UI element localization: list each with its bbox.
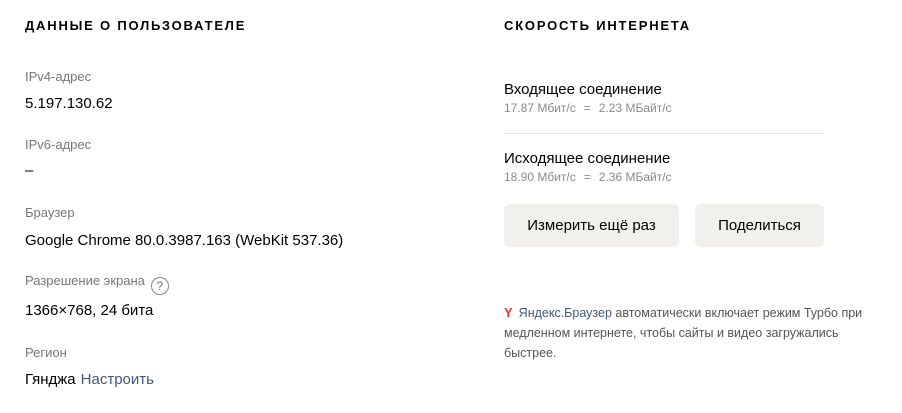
outgoing-equals: =	[583, 170, 591, 184]
outgoing-mbyte: 2.36 МБайт/с	[598, 170, 672, 184]
region-configure-link[interactable]: Настроить	[81, 371, 154, 388]
yandex-browser-link[interactable]: Яндекс.Браузер	[519, 306, 612, 320]
browser-label: Браузер	[25, 205, 75, 220]
resolution-label-row: Разрешение экрана?	[25, 273, 169, 295]
incoming-equals: =	[583, 101, 591, 115]
incoming-mbyte: 2.23 МБайт/с	[598, 101, 672, 115]
resolution-value: 1366×768, 24 бита	[25, 302, 154, 319]
resolution-label: Разрешение экрана	[25, 273, 145, 288]
ipv4-value: 5.197.130.62	[25, 95, 113, 112]
measure-again-button[interactable]: Измерить ещё раз	[504, 204, 679, 247]
ipv6-label: IPv6-адрес	[25, 137, 92, 152]
region-value: Гянджа	[25, 371, 76, 388]
help-icon[interactable]: ?	[150, 277, 169, 295]
turbo-promo: Y Яндекс.Браузер автоматически включает р…	[504, 303, 894, 363]
ipv6-value: –	[25, 162, 34, 179]
region-label: Регион	[25, 345, 67, 360]
divider	[504, 133, 824, 134]
browser-value: Google Chrome 80.0.3987.163 (WebKit 537.…	[25, 232, 344, 249]
incoming-label: Входящее соединение	[504, 81, 662, 98]
outgoing-speed: 18.90 Мбит/с = 2.36 МБайт/с	[504, 170, 672, 184]
user-info-title: ДАННЫЕ О ПОЛЬЗОВАТЕЛЕ	[25, 18, 247, 33]
incoming-speed: 17.87 Мбит/с = 2.23 МБайт/с	[504, 101, 672, 115]
outgoing-label: Исходящее соединение	[504, 150, 671, 167]
incoming-mbit: 17.87 Мбит/с	[504, 101, 576, 115]
yandex-browser-icon: Y	[504, 305, 513, 320]
outgoing-mbit: 18.90 Мбит/с	[504, 170, 576, 184]
ipv4-label: IPv4-адрес	[25, 69, 92, 84]
speed-title: СКОРОСТЬ ИНТЕРНЕТА	[504, 18, 691, 33]
region-row: Гянджа Настроить	[25, 371, 154, 388]
share-button[interactable]: Поделиться	[695, 204, 824, 247]
